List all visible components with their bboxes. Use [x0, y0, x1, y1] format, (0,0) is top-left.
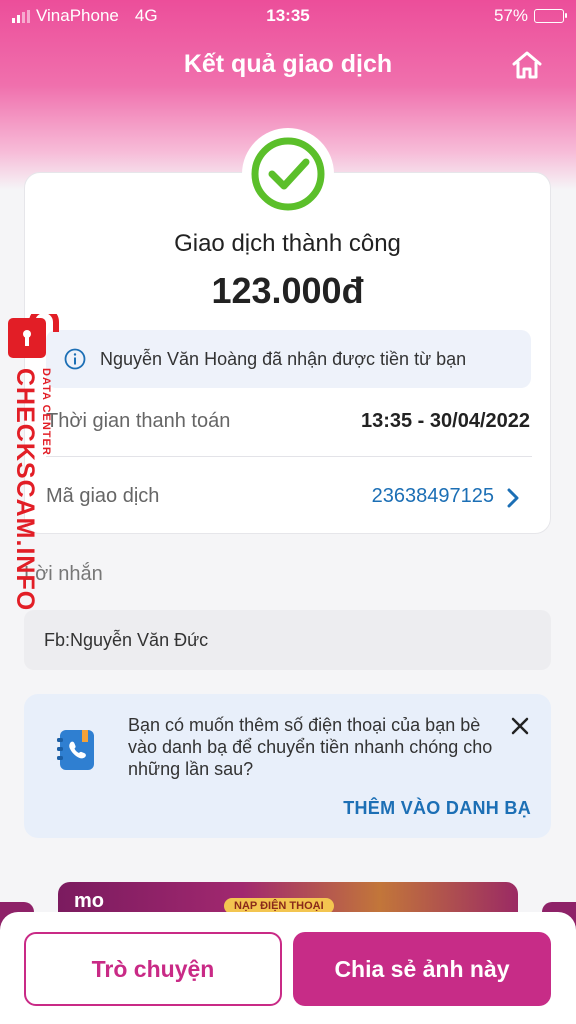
page-title: Kết quả giao dịch [183, 50, 393, 78]
watermark-text: CHECKSCAM.INFO [11, 368, 39, 612]
transaction-id-value[interactable]: 23638497125 [372, 485, 494, 508]
chevron-right-icon[interactable] [506, 487, 520, 509]
message-text: Fb:Nguyễn Văn Đức [44, 630, 209, 650]
watermark: CHECKSCAM.INFO DATA CENTER [2, 310, 60, 611]
payment-time-value: 13:35 - 30/04/2022 [360, 410, 530, 432]
lock-icon [8, 314, 59, 358]
payment-time-label: Thời gian thanh toán [46, 410, 231, 432]
phonebook-icon [57, 730, 94, 770]
watermark-subtext: DATA CENTER [40, 368, 52, 456]
info-icon [64, 348, 86, 370]
add-contact-card: Bạn có muốn thêm số điện thoại của bạn b… [24, 694, 551, 838]
status-bar: VinaPhone 4G 13:35 57% [0, 0, 576, 32]
banner-logo: mo [74, 890, 104, 912]
status-right: 57% [493, 6, 567, 26]
recipient-info-text: Nguyễn Văn Hoàng đã nhận được tiền từ bạ… [100, 348, 467, 369]
divider [46, 456, 532, 457]
success-title: Giao dịch thành công [174, 230, 401, 257]
check-circle-icon [251, 137, 325, 211]
status-time: 13:35 [266, 6, 310, 25]
recipient-info-box: Nguyễn Văn Hoàng đã nhận được tiền từ bạ… [46, 330, 531, 388]
transaction-id-label: Mã giao dịch [46, 485, 160, 507]
add-to-contacts-link[interactable]: THÊM VÀO DANH BẠ [343, 798, 531, 819]
message-box: Fb:Nguyễn Văn Đức [24, 610, 551, 670]
battery-icon [534, 9, 567, 23]
home-icon[interactable] [510, 48, 544, 82]
success-badge [242, 128, 334, 220]
add-contact-text: Bạn có muốn thêm số điện thoại của bạn b… [128, 715, 493, 779]
amount: 123.000đ [211, 270, 364, 311]
close-icon[interactable] [510, 716, 530, 736]
chat-button[interactable]: Trò chuyện [24, 932, 282, 1006]
share-image-button[interactable]: Chia sẻ ảnh này [293, 932, 551, 1006]
battery-percent: 57% [493, 6, 528, 25]
